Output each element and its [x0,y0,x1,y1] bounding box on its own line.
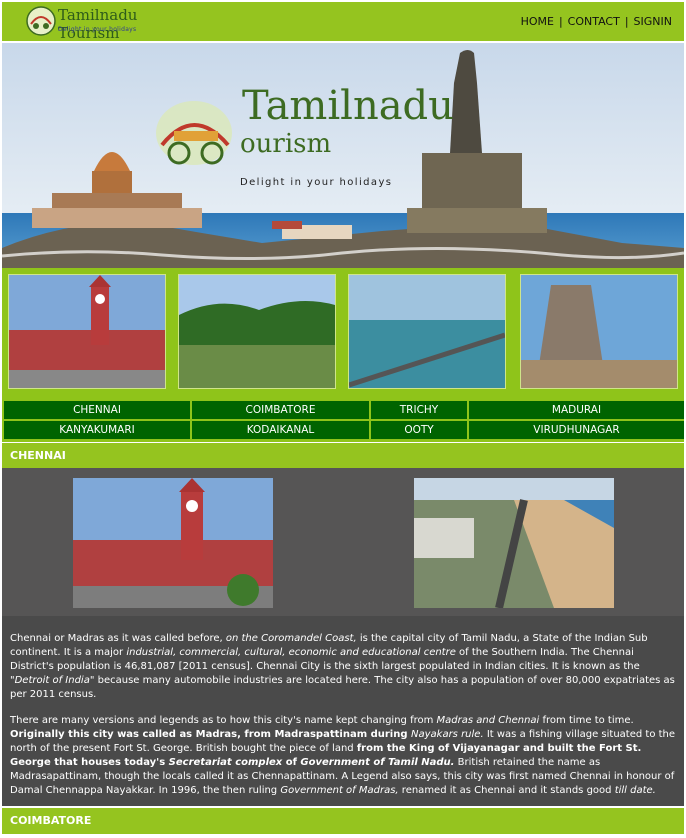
nav-contact-link[interactable]: CONTACT [568,15,620,28]
hero-logo-title: Tamilnadu [242,83,454,129]
section-title-coimbatore: COIMBATORE [2,808,684,834]
paragraph: There are many versions and legends as t… [10,715,676,796]
nav-home-link[interactable]: HOME [521,15,554,28]
logo-title: Tamilnadu Tourism [58,6,138,42]
menu-item-kodaikanal[interactable]: KODAIKANAL [192,421,369,439]
menu-item-trichy[interactable]: TRICHY [371,401,467,419]
hero-logo-subtitle: ourism [240,129,332,159]
lake-image [179,275,335,388]
logo-tagline: Delight in your holidays [58,26,137,33]
chennai-description: Chennai or Madras as it was called befor… [2,616,684,806]
chennai-photos [2,468,684,616]
chennai-central-image [73,478,273,608]
destination-thumbnails [2,268,684,398]
menu-item-chennai[interactable]: CHENNAI [4,401,190,419]
trichy-thumbnail[interactable] [348,274,506,389]
logo-emblem-icon [26,6,56,36]
madurai-thumbnail[interactable] [520,274,678,389]
chennai-thumbnail[interactable] [8,274,166,389]
menu-item-madurai[interactable]: MADURAI [469,401,684,419]
destination-menu: CHENNAI COIMBATORE TRICHY MADURAI KANYAK… [2,398,684,442]
chennai-station-photo [73,478,273,608]
hero-banner: Tamilnadu ourism Delight in your holiday… [2,43,684,268]
temple-gopuram-image [521,275,677,388]
menu-item-ooty[interactable]: OOTY [371,421,467,439]
nav-signin-link[interactable]: SIGNIN [634,15,672,28]
marina-beach-image [414,478,614,608]
nav-separator: | [624,15,629,28]
nav-separator: | [558,15,563,28]
bridge-image [349,275,505,388]
menu-item-coimbatore[interactable]: COIMBATORE [192,401,369,419]
menu-item-virudhunagar[interactable]: VIRUDHUNAGAR [469,421,684,439]
top-nav: HOME | CONTACT | SIGNIN [521,15,672,28]
chennai-beach-photo [414,478,614,608]
section-title-chennai: CHENNAI [2,443,684,469]
kodaikanal-thumbnail[interactable] [178,274,336,389]
site-logo[interactable]: Tamilnadu Tourism Delight in your holida… [24,4,144,42]
hero-tagline: Delight in your holidays [240,177,393,188]
paragraph: Chennai or Madras as it was called befor… [10,633,675,700]
menu-item-kanyakumari[interactable]: KANYAKUMARI [4,421,190,439]
hero-logo: Tamilnadu ourism Delight in your holiday… [154,83,454,193]
header-bar: Tamilnadu Tourism Delight in your holida… [2,2,684,42]
bullock-cart-icon [156,101,232,165]
chennai-central-image [9,275,165,388]
